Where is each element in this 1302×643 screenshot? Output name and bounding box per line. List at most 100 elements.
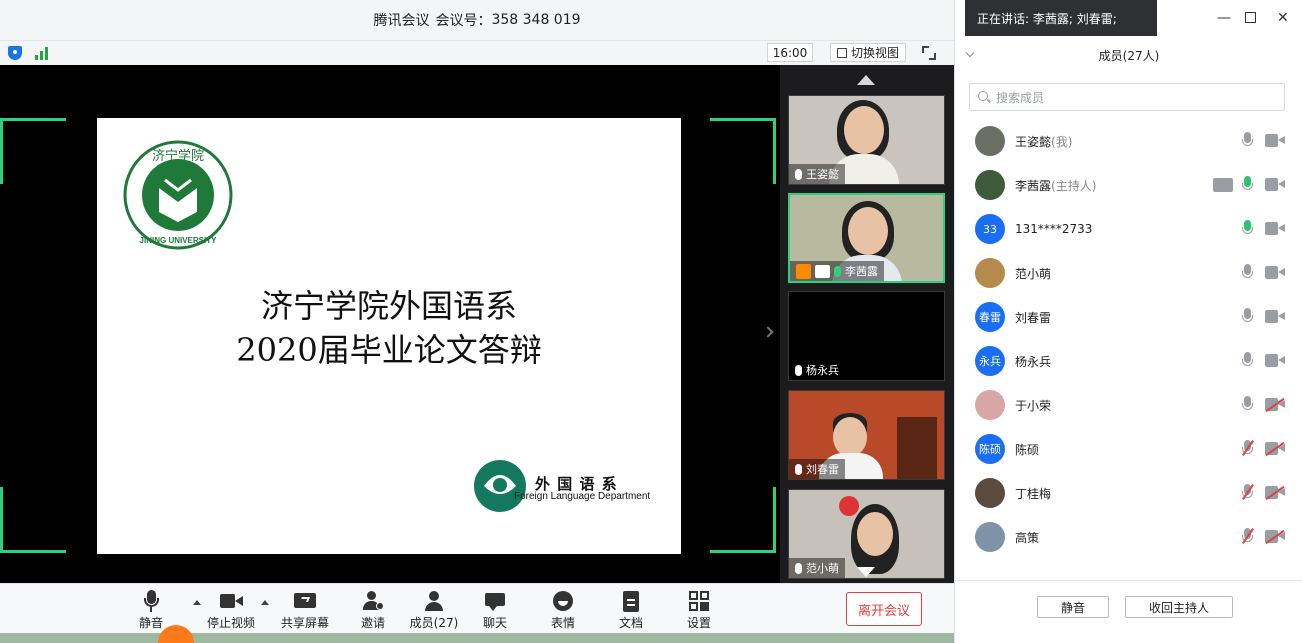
top-tools-bar: 16:00 切换视图	[0, 40, 954, 64]
chat-button[interactable]: 聊天	[467, 590, 523, 631]
camera-icon[interactable]	[1265, 266, 1285, 279]
settings-button[interactable]: 设置	[671, 590, 727, 631]
microphone-icon[interactable]	[1242, 132, 1253, 148]
video-tile[interactable]: 王姿懿	[788, 95, 945, 185]
switch-view-button[interactable]: 切换视图	[830, 43, 907, 62]
member-row[interactable]: 陈硕 陈硕	[955, 427, 1302, 471]
slide-title-line2: 2020届毕业论文答辩	[236, 331, 542, 369]
frame-corner	[0, 487, 66, 553]
member-search-input[interactable]: 搜索成员	[969, 83, 1285, 111]
member-name: 李茜露(主持人)	[1015, 177, 1096, 194]
microphone-icon[interactable]	[1242, 308, 1253, 324]
member-row[interactable]: 33 131****2733	[955, 207, 1302, 251]
scroll-up-arrow-icon[interactable]	[857, 75, 875, 85]
logo-english-text: JINING UNIVERSITY	[140, 236, 218, 245]
shield-icon[interactable]	[8, 46, 22, 60]
documents-button[interactable]: 文档	[603, 590, 659, 631]
members-icon	[423, 590, 445, 612]
microphone-icon	[795, 463, 802, 475]
slide-title: 济宁学院外国语系 2020届毕业论文答辩	[97, 284, 681, 372]
member-row[interactable]: 高策	[955, 515, 1302, 559]
microphone-muted-icon[interactable]	[1242, 440, 1253, 456]
camera-off-icon[interactable]	[1265, 530, 1285, 543]
member-name-text: 丁桂梅	[1015, 486, 1052, 501]
leave-meeting-button[interactable]: 离开会议	[846, 592, 922, 626]
avatar	[975, 258, 1005, 288]
member-name-text: 高策	[1015, 530, 1040, 545]
member-name-text: 131****2733	[1015, 222, 1093, 236]
microphone-muted-icon[interactable]	[1242, 484, 1253, 500]
microphone-icon[interactable]	[1242, 264, 1253, 280]
camera-icon[interactable]	[1265, 354, 1285, 367]
video-tile[interactable]: 刘春雷	[788, 390, 945, 480]
maximize-icon[interactable]	[1245, 12, 1256, 23]
member-row[interactable]: 丁桂梅	[955, 471, 1302, 515]
documents-label: 文档	[618, 616, 643, 630]
member-name: 131****2733	[1015, 222, 1092, 236]
microphone-icon[interactable]	[1242, 396, 1253, 412]
minimize-icon[interactable]: —	[1217, 10, 1231, 26]
microphone-icon	[795, 562, 802, 574]
document-icon	[620, 590, 642, 612]
avatar	[975, 170, 1005, 200]
camera-icon[interactable]	[1265, 134, 1285, 147]
app-name: 腾讯会议	[373, 13, 430, 29]
member-row[interactable]: 王姿懿(我)	[955, 119, 1302, 163]
avatar: 陈硕	[975, 434, 1005, 464]
camera-icon[interactable]	[1265, 310, 1285, 323]
university-logo: 济宁学院 JINING UNIVERSITY	[123, 140, 233, 250]
invite-button[interactable]: 邀请	[345, 590, 401, 631]
microphone-icon[interactable]	[1242, 352, 1253, 368]
close-icon[interactable]: ✕	[1277, 10, 1289, 26]
member-name-text: 陈硕	[1015, 442, 1040, 457]
camera-icon[interactable]	[1265, 178, 1285, 191]
members-button[interactable]: 成员(27)	[406, 590, 462, 631]
member-row[interactable]: 永兵 杨永兵	[955, 339, 1302, 383]
video-options-caret-icon[interactable]	[261, 600, 269, 605]
member-name-text: 王姿懿	[1015, 134, 1052, 149]
microphone-icon	[795, 364, 802, 376]
camera-icon[interactable]	[1265, 222, 1285, 235]
chat-icon	[484, 590, 506, 612]
signal-icon[interactable]	[35, 46, 51, 60]
scroll-down-arrow-icon[interactable]	[857, 567, 875, 577]
host-icon	[796, 263, 811, 279]
switch-view-icon	[837, 47, 847, 58]
camera-off-icon[interactable]	[1265, 398, 1285, 411]
avatar: 永兵	[975, 346, 1005, 376]
video-tile[interactable]: 范小萌	[788, 489, 945, 579]
video-tile-name: 王姿懿	[806, 168, 839, 181]
reclaim-host-button[interactable]: 收回主持人	[1125, 596, 1233, 618]
title-bar: 腾讯会议 会议号： 358 348 019	[0, 0, 954, 40]
microphone-icon[interactable]	[1242, 176, 1253, 192]
video-tile[interactable]: 杨永兵	[788, 291, 945, 381]
avatar	[975, 390, 1005, 420]
member-row[interactable]: 于小荣	[955, 383, 1302, 427]
mute-all-button[interactable]: 静音	[1037, 596, 1109, 618]
microphone-muted-icon[interactable]	[1242, 528, 1253, 544]
fullscreen-icon[interactable]	[922, 46, 936, 60]
microphone-icon[interactable]	[1242, 220, 1253, 236]
video-tile-name-bar: 杨永兵	[789, 360, 845, 380]
emoji-button[interactable]: 表情	[535, 590, 591, 631]
member-row[interactable]: 春雷 刘春雷	[955, 295, 1302, 339]
members-panel-header: 成员(27人)	[1098, 48, 1160, 63]
member-name: 于小荣	[1015, 397, 1051, 414]
camera-off-icon[interactable]	[1265, 486, 1285, 499]
video-tile-name-bar: 刘春雷	[789, 459, 845, 479]
video-tile-name-bar: 王姿懿	[789, 164, 845, 184]
member-name: 陈硕	[1015, 441, 1039, 458]
meeting-id: 358 348 019	[491, 12, 581, 28]
member-name: 丁桂梅	[1015, 485, 1051, 502]
video-tile[interactable]: 李茜露	[788, 193, 945, 283]
camera-off-icon[interactable]	[1265, 442, 1285, 455]
member-name-text: 于小荣	[1015, 398, 1052, 413]
stop-video-label: 停止视频	[206, 616, 255, 630]
member-name: 范小萌	[1015, 265, 1051, 282]
member-row[interactable]: 范小萌	[955, 251, 1302, 295]
share-screen-button[interactable]: 共享屏幕	[277, 590, 333, 631]
mute-options-caret-icon[interactable]	[193, 600, 201, 605]
stop-video-button[interactable]: 停止视频	[203, 590, 259, 631]
member-row[interactable]: 李茜露(主持人)	[955, 163, 1302, 207]
logo-chinese-text: 济宁学院	[152, 148, 204, 164]
